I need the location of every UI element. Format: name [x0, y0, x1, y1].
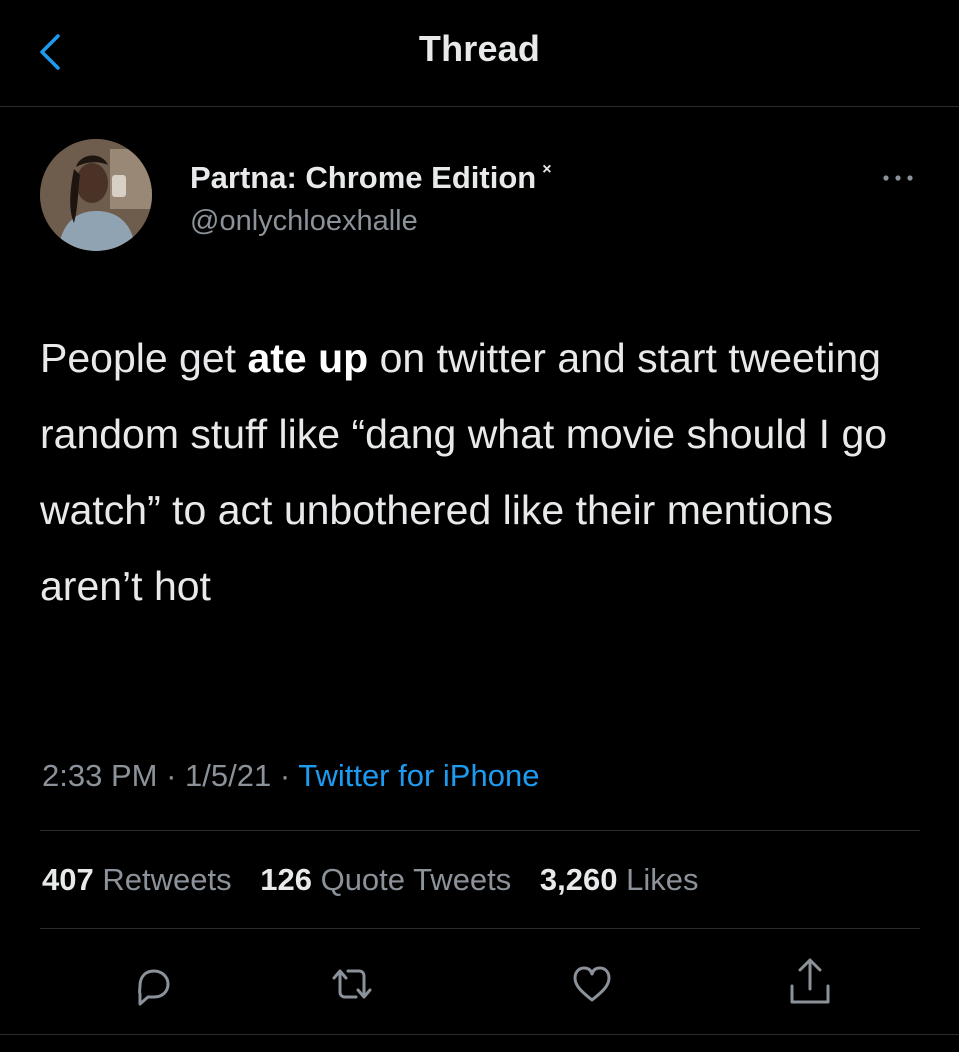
tweet-text: People get ate up on twitter and start t… [40, 320, 920, 624]
tweet-time: 2:33 PM [42, 758, 158, 793]
divider [40, 928, 920, 929]
page-title: Thread [418, 28, 541, 69]
avatar-image [40, 139, 152, 251]
share-icon [790, 958, 830, 1004]
tweet-text-bold: ate up [247, 335, 369, 381]
quote-tweets-label: Quote Tweets [320, 862, 512, 897]
reply-button[interactable] [126, 956, 178, 1012]
display-name-text: Partna: Chrome Edition [190, 160, 537, 195]
more-options-button[interactable] [876, 166, 920, 190]
reply-icon [138, 969, 170, 1006]
meta-separator: · [157, 758, 186, 793]
retweets-label: Retweets [102, 862, 232, 897]
divider [0, 1034, 959, 1035]
retweets-stat[interactable]: 407 Retweets [42, 862, 232, 897]
meta-separator: · [271, 758, 299, 793]
like-icon [573, 966, 611, 1002]
author-handle[interactable]: @onlychloexhalle [190, 205, 418, 238]
quote-tweets-count: 126 [260, 862, 312, 897]
tweet-meta: 2:33 PM · 1/5/21 · Twitter for iPhone [42, 758, 539, 794]
quote-tweets-stat[interactable]: 126 Quote Tweets [260, 862, 511, 897]
tweet-source-link[interactable]: Twitter for iPhone [298, 758, 539, 793]
avatar[interactable] [40, 139, 152, 251]
share-button[interactable] [784, 956, 836, 1012]
likes-stat[interactable]: 3,260 Likes [540, 862, 699, 897]
author-display-name[interactable]: Partna: Chrome Edition × [190, 160, 552, 196]
name-mark: × [542, 161, 552, 178]
tweet-actions [0, 956, 959, 1012]
retweet-icon [332, 969, 372, 999]
more-icon [883, 175, 913, 181]
tweet-stats: 407 Retweets 126 Quote Tweets 3,260 Like… [42, 862, 719, 898]
like-button[interactable] [566, 956, 618, 1012]
thread-header: Thread [0, 0, 959, 107]
tweet-text-before: People get [40, 335, 248, 381]
retweets-count: 407 [42, 862, 94, 897]
likes-label: Likes [626, 862, 699, 897]
tweet-date: 1/5/21 [185, 758, 272, 793]
divider [40, 830, 920, 831]
likes-count: 3,260 [539, 862, 618, 897]
retweet-button[interactable] [326, 956, 378, 1012]
